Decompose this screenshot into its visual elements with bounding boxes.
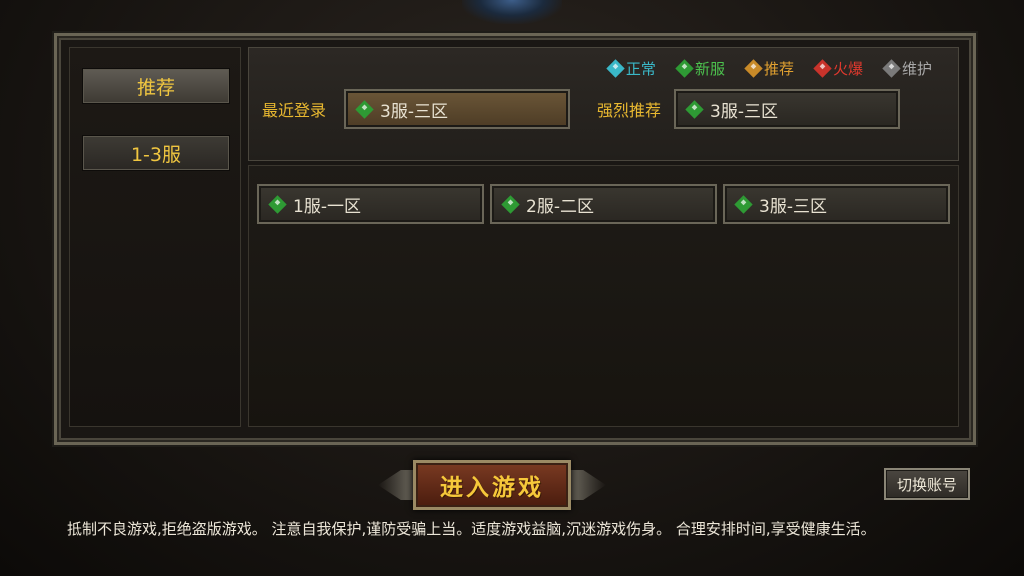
server-item-2[interactable]: 2服-二区 [490, 184, 717, 224]
tab-recommended[interactable]: 推荐 [82, 68, 230, 104]
status-legend: 正常 新服 推荐 火爆 维护 [606, 58, 932, 79]
legend-recommend: 推荐 [744, 58, 794, 79]
health-notice: 抵制不良游戏,拒绝盗版游戏。 注意自我保护,谨防受骗上当。适度游戏益脑,沉迷游戏… [67, 520, 876, 538]
server-name: 3服-三区 [710, 101, 778, 122]
server-name: 3服-三区 [759, 196, 827, 217]
recent-server-button[interactable]: 3服-三区 [344, 89, 570, 129]
legend-normal: 正常 [606, 58, 656, 79]
server-list-panel: 1服-一区 2服-二区 3服-三区 [248, 165, 959, 427]
enter-game-button[interactable]: 进入游戏 [413, 460, 571, 510]
gem-hot-icon [813, 59, 832, 78]
legend-label: 火爆 [832, 60, 863, 78]
legend-label: 推荐 [763, 60, 794, 78]
legend-label: 正常 [625, 60, 656, 78]
legend-label: 新服 [694, 60, 725, 78]
switch-account-button[interactable]: 切换账号 [884, 468, 970, 500]
gem-normal-icon [606, 59, 625, 78]
featured-servers-panel: 正常 新服 推荐 火爆 维护 最近登录 3服-三区 强烈推荐 3服-三区 [248, 47, 959, 161]
gem-new-icon [268, 194, 287, 214]
gem-recommend-icon [744, 59, 763, 78]
gem-new-icon [685, 99, 704, 119]
legend-hot: 火爆 [813, 58, 863, 79]
server-name: 3服-三区 [380, 101, 448, 122]
gem-new-icon [501, 194, 520, 214]
server-name: 1服-一区 [293, 196, 361, 217]
legend-maintenance: 维护 [882, 58, 932, 79]
top-ornament [462, 0, 562, 24]
tab-label: 推荐 [136, 76, 175, 99]
gem-maintenance-icon [882, 59, 901, 78]
gem-new-icon [734, 194, 753, 214]
strong-recommend-label: 强烈推荐 [597, 101, 662, 120]
tab-label: 1-3服 [130, 143, 182, 166]
recent-login-label: 最近登录 [262, 101, 327, 120]
recommended-server-button[interactable]: 3服-三区 [674, 89, 900, 129]
legend-new: 新服 [675, 58, 725, 79]
enter-game-ornament: 进入游戏 [378, 456, 606, 514]
server-select-panel: 推荐 1-3服 正常 新服 推荐 火爆 维护 最近登录 3服-三区 强烈推荐 3… [54, 33, 976, 445]
server-item-1[interactable]: 1服-一区 [257, 184, 484, 224]
gem-new-icon [355, 99, 374, 119]
server-item-3[interactable]: 3服-三区 [723, 184, 950, 224]
server-name: 2服-二区 [526, 196, 594, 217]
tab-servers-1-3[interactable]: 1-3服 [82, 135, 230, 171]
legend-label: 维护 [901, 60, 932, 78]
gem-new-icon [675, 59, 694, 78]
server-group-sidebar: 推荐 1-3服 [69, 47, 241, 427]
